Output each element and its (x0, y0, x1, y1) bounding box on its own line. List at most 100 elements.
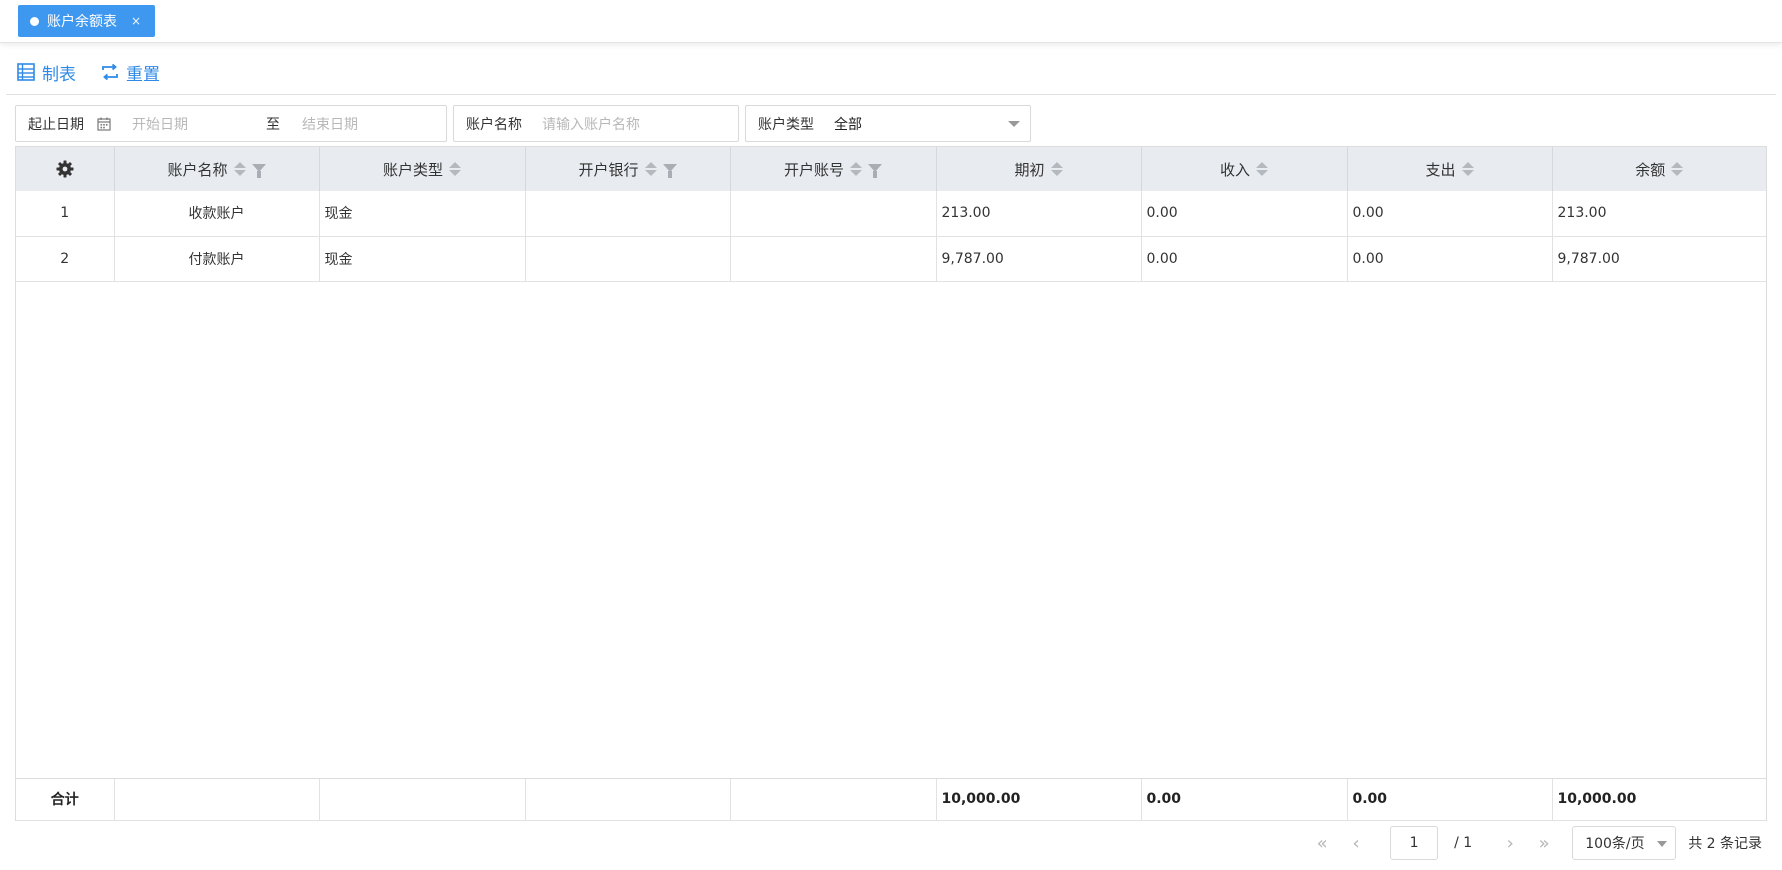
filter-icon[interactable] (251, 164, 266, 178)
sort-icon[interactable] (850, 162, 862, 176)
column-header-account-type[interactable]: 账户类型 (319, 147, 526, 191)
refresh-icon (102, 63, 118, 81)
summary-empty (730, 779, 937, 821)
table-icon (17, 63, 35, 81)
summary-balance: 10,000.00 (1552, 779, 1766, 821)
cell-balance: 9,787.00 (1552, 236, 1766, 282)
reset-button[interactable]: 重置 (100, 60, 160, 85)
page-size-value: 100条/页 (1585, 836, 1645, 852)
column-header-label: 开户账号 (783, 160, 844, 179)
summary-income: 0.00 (1141, 779, 1348, 821)
summary-empty (525, 779, 731, 821)
date-range-label: 起止日期 (28, 116, 84, 133)
column-header-label: 期初 (1014, 160, 1045, 179)
sort-icon[interactable] (1050, 162, 1063, 176)
column-header-label: 开户银行 (578, 160, 639, 179)
filter-bar: 起止日期 开始日期 至 结束日期 账户名称 请输入账户名称 账户类型 全部 (15, 105, 1031, 142)
page-size-select[interactable]: 100条/页 (1572, 826, 1677, 860)
cell-account-number (730, 236, 937, 282)
cell-account-name: 付款账户 (114, 236, 320, 282)
toolbar: 制表 重置 (0, 55, 160, 89)
column-settings-header[interactable] (16, 147, 115, 191)
page-number-input[interactable]: 1 (1390, 826, 1439, 860)
cell-income: 0.00 (1141, 236, 1348, 282)
column-header-income[interactable]: 收入 (1141, 147, 1348, 191)
column-header-expense[interactable]: 支出 (1347, 147, 1553, 191)
tab-account-balance[interactable]: 账户余额表 × (18, 5, 156, 37)
column-header-label: 账户名称 (167, 160, 228, 179)
account-name-input[interactable]: 请输入账户名称 (534, 114, 640, 134)
table-row[interactable]: 1 收款账户 现金 213.00 0.00 0.00 213.00 (16, 191, 1766, 237)
sort-icon[interactable] (1461, 162, 1474, 176)
column-header-label: 支出 (1425, 160, 1456, 179)
start-date-input[interactable]: 开始日期 (132, 114, 266, 134)
account-type-label: 账户类型 (758, 116, 814, 133)
cell-account-number (730, 191, 937, 237)
cell-account-type: 现金 (319, 236, 526, 282)
record-count: 共 2 条记录 (1688, 836, 1762, 852)
cell-income: 0.00 (1141, 191, 1348, 237)
column-header-account-name[interactable]: 账户名称 (114, 147, 320, 191)
account-name-field[interactable]: 账户名称 请输入账户名称 (453, 105, 739, 142)
summary-opening: 10,000.00 (936, 779, 1142, 821)
account-type-value: 全部 (834, 116, 862, 133)
account-name-label: 账户名称 (466, 116, 522, 133)
cell-opening: 213.00 (936, 191, 1142, 237)
row-index: 2 (16, 236, 115, 282)
table-row[interactable]: 2 付款账户 现金 9,787.00 0.00 0.00 9,787.00 (16, 236, 1766, 282)
cell-account-name: 收款账户 (114, 191, 320, 237)
sort-icon[interactable] (449, 162, 461, 176)
next-page-icon[interactable]: › (1496, 829, 1524, 857)
cell-expense: 0.00 (1347, 236, 1553, 282)
chevron-down-icon (1657, 841, 1668, 847)
column-header-account-number[interactable]: 开户账号 (730, 147, 937, 191)
column-header-label: 收入 (1219, 160, 1250, 179)
make-table-label: 制表 (42, 64, 76, 85)
date-separator: 至 (266, 116, 280, 133)
cell-balance: 213.00 (1552, 191, 1766, 237)
filter-icon[interactable] (662, 164, 677, 178)
date-range-field[interactable]: 起止日期 开始日期 至 结束日期 (15, 105, 447, 142)
sort-icon[interactable] (1671, 162, 1684, 176)
chevron-down-icon (1008, 121, 1020, 127)
toolbar-divider (6, 94, 1776, 95)
prev-page-icon[interactable]: ‹ (1342, 829, 1370, 857)
cell-bank (525, 236, 731, 282)
cell-account-type: 现金 (319, 191, 526, 237)
summary-empty (114, 779, 320, 821)
tab-active-dot-icon (30, 16, 39, 26)
gear-icon[interactable] (55, 159, 75, 179)
last-page-icon[interactable]: » (1530, 829, 1558, 857)
column-header-opening[interactable]: 期初 (936, 147, 1142, 191)
summary-expense: 0.00 (1347, 779, 1553, 821)
end-date-input[interactable]: 结束日期 (302, 114, 358, 134)
column-header-bank[interactable]: 开户银行 (525, 147, 731, 191)
pagination: « ‹ 1 / 1 › » 100条/页 共 2 条记录 (1308, 826, 1762, 860)
summary-row: 合计 10,000.00 0.00 0.00 10,000.00 (16, 779, 1766, 821)
cell-expense: 0.00 (1347, 191, 1553, 237)
make-table-button[interactable]: 制表 (16, 60, 76, 85)
filter-icon[interactable] (868, 164, 882, 178)
table-footer: 合计 10,000.00 0.00 0.00 10,000.00 (16, 778, 1766, 821)
cell-opening: 9,787.00 (936, 236, 1142, 282)
table-header-row: 账户名称 账户类型 开户银行 开户账号 期初 收入 支出 余额 (16, 147, 1766, 191)
tab-label: 账户余额表 (47, 14, 117, 30)
first-page-icon[interactable]: « (1308, 829, 1336, 857)
column-header-label: 账户类型 (382, 160, 443, 179)
row-index: 1 (16, 191, 115, 237)
calendar-icon (97, 117, 111, 131)
account-type-select[interactable]: 账户类型 全部 (745, 105, 1031, 142)
close-icon[interactable]: × (131, 14, 141, 28)
column-header-label: 余额 (1635, 160, 1666, 179)
summary-empty (319, 779, 526, 821)
summary-label: 合计 (16, 779, 115, 821)
sort-icon[interactable] (233, 162, 246, 176)
cell-bank (525, 191, 731, 237)
tab-bar: 账户余额表 × (0, 0, 1782, 43)
column-header-balance[interactable]: 余额 (1552, 147, 1766, 191)
total-pages: / 1 (1454, 835, 1473, 851)
reset-label: 重置 (126, 64, 160, 85)
sort-icon[interactable] (644, 162, 657, 176)
account-balance-table: 账户名称 账户类型 开户银行 开户账号 期初 收入 支出 余额 1 收款账户 现… (15, 146, 1767, 821)
sort-icon[interactable] (1256, 162, 1268, 176)
